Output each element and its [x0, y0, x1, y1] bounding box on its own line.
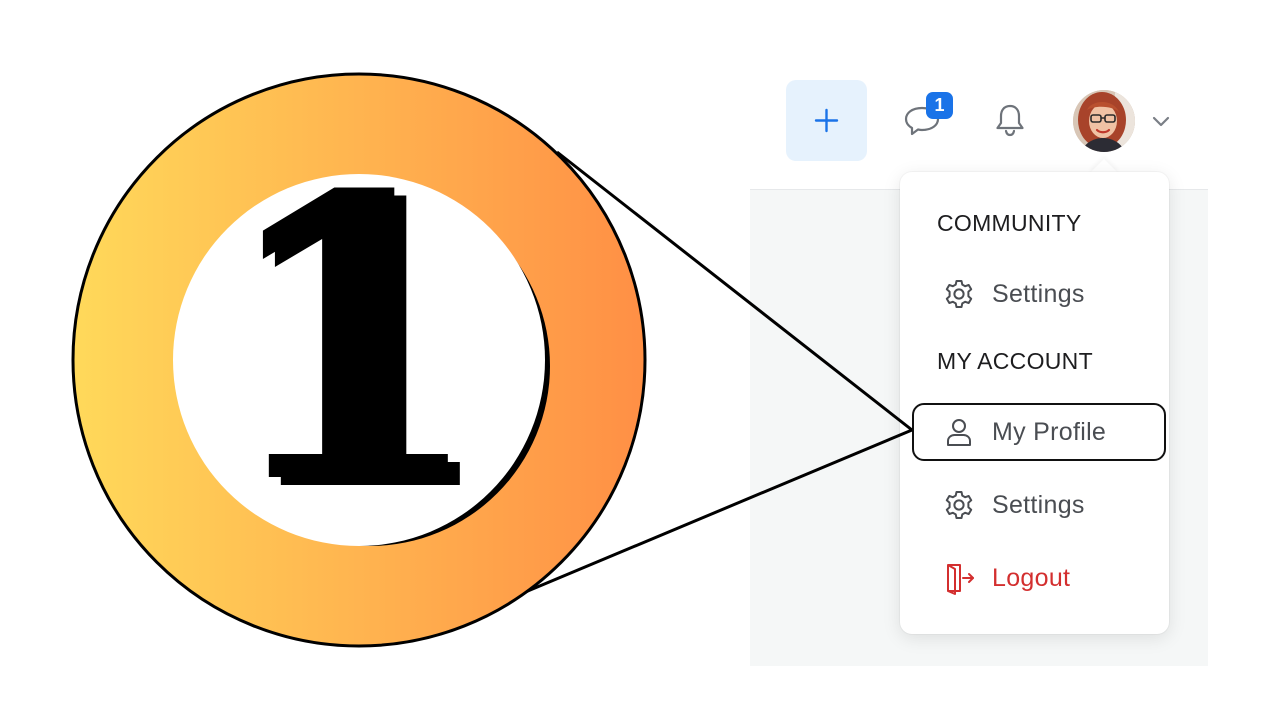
notifications-button[interactable]	[988, 98, 1032, 142]
menu-item-label: Settings	[992, 490, 1085, 519]
add-button[interactable]	[786, 80, 867, 161]
message-count-badge: 1	[926, 92, 953, 119]
menu-item-my-profile[interactable]: My Profile	[912, 403, 1166, 461]
plus-icon	[814, 108, 839, 133]
gear-icon	[942, 277, 976, 311]
gear-icon	[942, 488, 976, 522]
user-avatar	[1073, 90, 1135, 152]
menu-item-logout[interactable]: Logout	[912, 550, 1166, 606]
account-menu-toggle[interactable]	[1148, 108, 1174, 134]
menu-item-label: Settings	[992, 279, 1085, 308]
step-number-label: 1	[215, 111, 487, 569]
logout-icon	[942, 561, 976, 595]
menu-item-community-settings[interactable]: Settings	[912, 266, 1166, 322]
screenshot-stage: 1 COMMUNITY Settings MY ACCOUNT My Profi…	[0, 0, 1280, 720]
chevron-down-icon	[1152, 116, 1170, 127]
bell-icon	[996, 104, 1024, 137]
section-title-community: COMMUNITY	[937, 210, 1082, 236]
menu-item-label: Logout	[992, 563, 1071, 592]
person-icon	[942, 415, 976, 449]
menu-item-label: My Profile	[992, 417, 1107, 446]
user-avatar-button[interactable]	[1073, 90, 1135, 152]
section-title-my-account: MY ACCOUNT	[937, 348, 1093, 374]
menu-item-account-settings[interactable]: Settings	[912, 477, 1166, 533]
